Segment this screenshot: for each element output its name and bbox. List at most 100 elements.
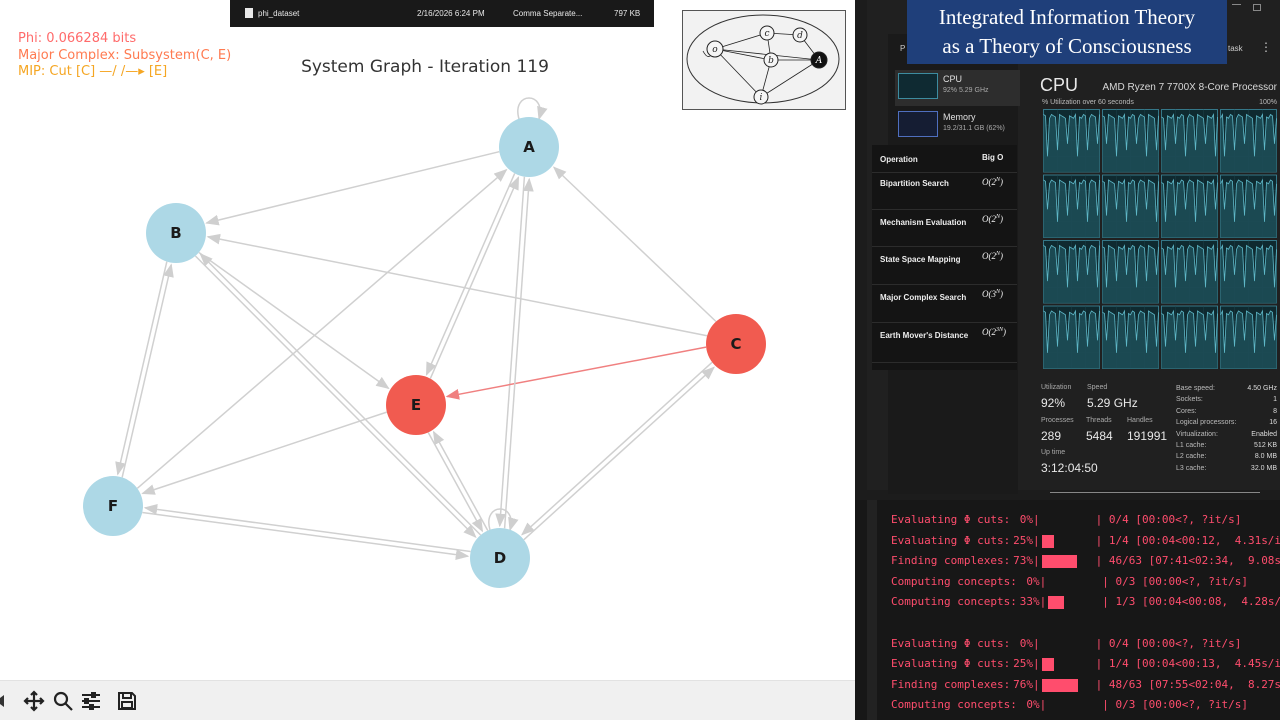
spec-value: 32.0 MB <box>1250 464 1277 472</box>
pan-icon[interactable] <box>21 689 47 713</box>
complexity-row: Earth Mover's Distance O(23N) <box>872 323 1017 363</box>
progress-percent: 0%| <box>1026 698 1047 712</box>
progress-percent: 25%| <box>1013 657 1040 671</box>
spec-key: L3 cache: <box>1176 464 1207 472</box>
header-operation: Operation <box>880 155 918 164</box>
progress-stats: | 0/4 [00:00<?, ?it/s] <box>1095 513 1242 526</box>
cpu-core-graph <box>1043 174 1100 238</box>
cpu-core-graph <box>1220 305 1277 369</box>
terminal-line: Computing concepts: 0%| | 0/3 [00:00<?, ?i… <box>891 698 1271 714</box>
terminal-line: Computing concepts: 0%| | 0/3 [00:00<?, ?i… <box>891 575 1271 591</box>
edge-A-D <box>495 176 526 528</box>
spec-key: L2 cache: <box>1176 453 1207 461</box>
edge-C-B <box>206 233 708 337</box>
node-layer: A B C D E F <box>83 117 766 588</box>
terminal-line: Evaluating Φ cuts: 0%| | 0/4 [00:00<?, ?it… <box>891 513 1271 529</box>
file-explorer-row[interactable]: phi_dataset 2/16/2026 6:24 PM Comma Sepa… <box>230 0 654 27</box>
progress-stats: | 0/3 [00:00<?, ?it/s] <box>1102 698 1248 712</box>
cpu-heading: CPU <box>1040 75 1079 95</box>
complexity-big-o: O(23N) <box>982 327 1007 337</box>
cpu-core-graph <box>1043 305 1100 369</box>
node-label-F: F <box>108 497 118 515</box>
edge-D-A <box>503 177 534 529</box>
spec-value: Enabled <box>1251 430 1277 438</box>
progress-percent: 33%| <box>1019 595 1047 609</box>
cpu-core-graph <box>1043 109 1100 173</box>
terminal-line: Evaluating Φ cuts: 25%| | 1/4 [00:04<00:13… <box>891 657 1280 673</box>
diagram-node-A: A <box>815 56 823 66</box>
header-stub-task[interactable]: task <box>1228 44 1243 53</box>
header-stub-left: P <box>900 44 906 53</box>
iit-title-banner: Integrated Information Theory as a Theor… <box>907 0 1227 64</box>
spec-value: 4.50 GHz <box>1247 385 1277 392</box>
terminal-output[interactable]: Evaluating Φ cuts: 0%| | 0/4 [00:00<?, ?it… <box>855 500 1280 720</box>
spec-key: Logical processors: <box>1176 419 1237 427</box>
back-arrow-icon[interactable] <box>0 689 14 713</box>
progress-percent: 0%| <box>1019 513 1040 526</box>
zoom-icon[interactable] <box>50 689 76 713</box>
progress-label: Computing concepts: <box>891 698 1017 712</box>
progress-bar <box>1048 596 1065 610</box>
processes-label: Processes <box>1041 417 1074 424</box>
spec-value: 512 KB <box>1254 442 1277 449</box>
progress-percent: 0%| <box>1026 574 1047 588</box>
threads-value: 5484 <box>1086 429 1113 443</box>
terminal-scrollbar[interactable] <box>867 500 877 720</box>
edge-C-A <box>552 166 717 323</box>
edge-A-E <box>425 173 516 376</box>
progress-bar <box>1041 555 1077 569</box>
file-type: Comma Separate... <box>513 9 583 18</box>
progress-label: Evaluating Φ cuts: <box>891 657 1011 671</box>
more-options-icon[interactable]: ⋮ <box>1260 40 1272 54</box>
sidebar-item-cpu[interactable]: CPU 92% 5.29 GHz <box>895 70 1020 106</box>
complexity-operation: Earth Mover's Distance <box>880 331 969 340</box>
configure-subplots-icon[interactable] <box>78 689 104 713</box>
diagram-node-d: d <box>797 31 803 41</box>
terminal-line: Finding complexes: 76%| | 48/63 [07:55<02:… <box>891 678 1280 694</box>
terminal-line: Evaluating Φ cuts: 25%| | 1/4 [00:04<00:12… <box>891 533 1280 550</box>
spec-value: 1 <box>1273 396 1277 404</box>
utilization-graph-max: 100% <box>1259 99 1277 106</box>
minimize-icon[interactable] <box>1232 4 1241 5</box>
progress-bar <box>1041 534 1054 548</box>
progress-stats: | 1/3 [00:04<00:08, 4.28s/it] <box>1102 595 1280 609</box>
complexity-row: Mechanism Evaluation O(2N) <box>872 210 1017 247</box>
edge-A-A <box>517 97 548 121</box>
cpu-core-graph <box>1102 109 1159 173</box>
progress-stats: | 0/3 [00:00<?, ?it/s] <box>1102 574 1248 588</box>
right-panel: P task ⋮ Integrated Information Theory a… <box>855 0 1280 720</box>
sidebar-item-memory[interactable]: Memory 19.2/31.1 GB (62%) <box>895 108 1020 144</box>
edge-B-F <box>115 261 168 476</box>
save-icon[interactable] <box>114 689 140 713</box>
edge-B-E <box>198 251 390 390</box>
sidebar-memory-label: Memory <box>943 112 976 122</box>
utilization-value: 92% <box>1041 396 1066 410</box>
phi-value-text: Phi: 0.066284 bits <box>18 31 137 46</box>
cpu-core-graph <box>1220 240 1277 304</box>
processes-value: 289 <box>1041 429 1062 443</box>
edge-E-A <box>429 176 520 379</box>
cpu-core-graph <box>1161 240 1218 304</box>
terminal-line: Computing concepts: 33%| | 1/3 [00:04<00:0… <box>891 595 1280 611</box>
progress-bar <box>1041 678 1079 692</box>
terminal-line: Finding complexes: 73%| | 46/63 [07:41<02:… <box>891 554 1280 570</box>
complexity-big-o: O(3N) <box>982 289 1004 299</box>
utilization-graph-label: % Utilization over 60 seconds <box>1042 99 1134 106</box>
edge-layer <box>115 97 717 560</box>
progress-label: Computing concepts: <box>891 574 1017 588</box>
spec-key: Cores: <box>1176 407 1197 415</box>
node-label-B: B <box>170 224 181 242</box>
progress-percent: 0%| <box>1019 636 1040 650</box>
edge-A-B <box>205 150 500 226</box>
node-label-D: D <box>494 549 506 567</box>
cpu-core-graph <box>1102 305 1159 369</box>
terminal-separator <box>1050 492 1260 493</box>
spec-key: L1 cache: <box>1176 442 1207 449</box>
progress-percent: 73%| <box>1013 554 1040 568</box>
complexity-big-o: O(2N) <box>982 214 1004 224</box>
progress-percent: 25%| <box>1013 533 1040 547</box>
maximize-icon[interactable] <box>1253 4 1261 11</box>
plot-toolbar <box>0 680 855 720</box>
diagram-node-i: i <box>760 93 763 103</box>
